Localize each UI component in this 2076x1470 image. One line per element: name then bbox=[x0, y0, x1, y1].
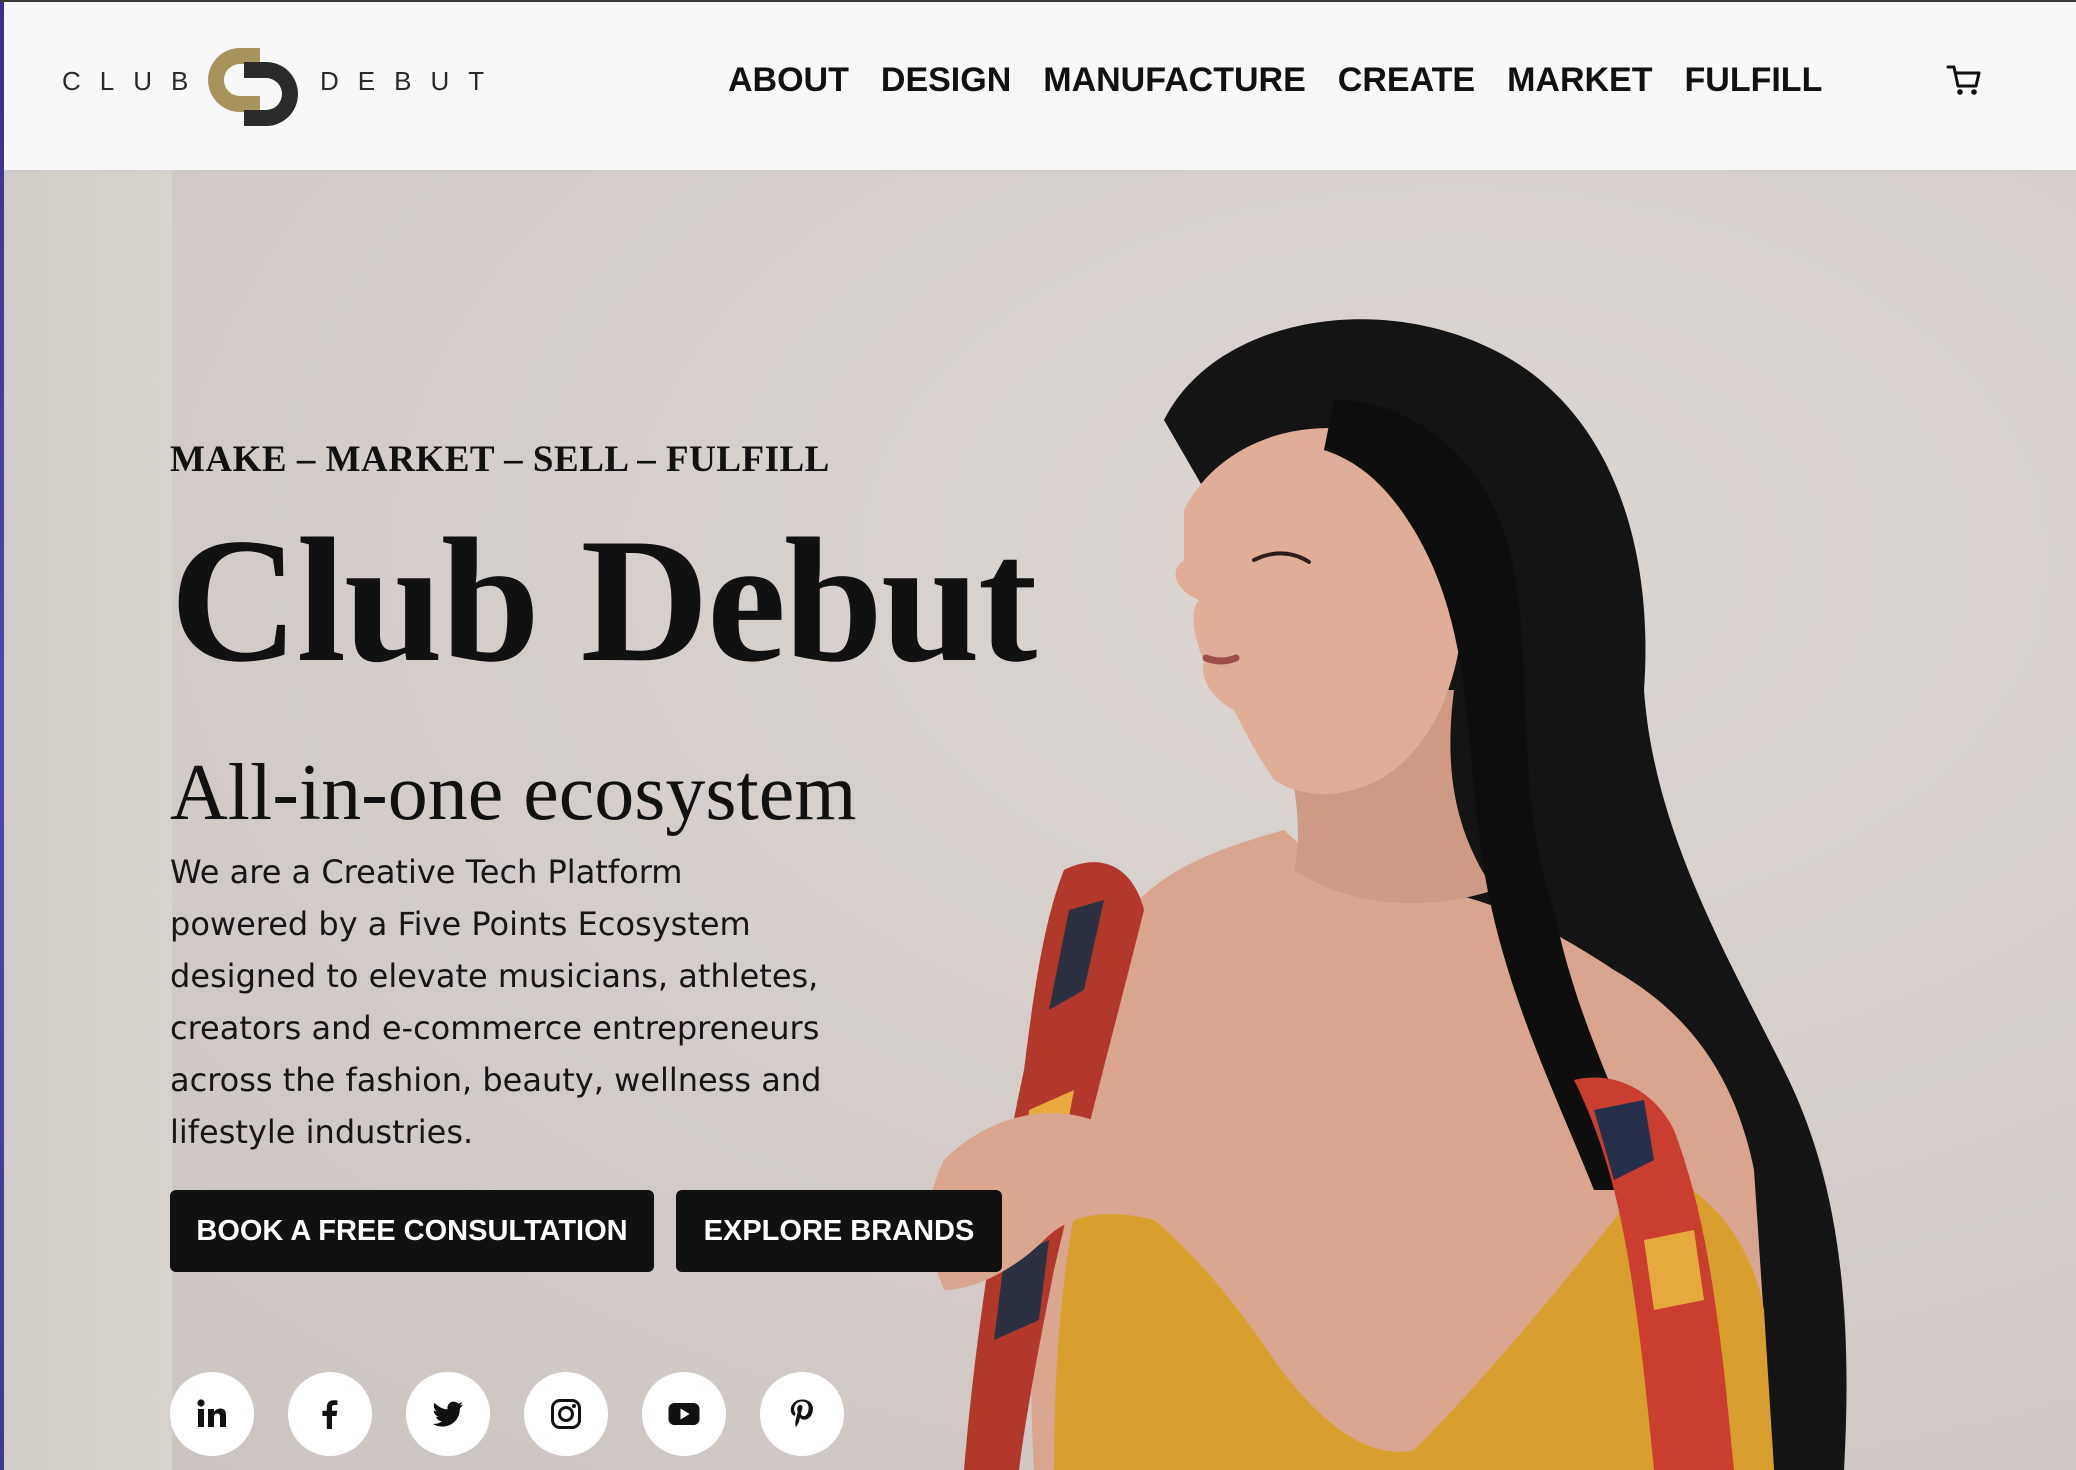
logo-mark-icon bbox=[208, 48, 298, 126]
facebook-link[interactable] bbox=[288, 1372, 372, 1456]
twitter-icon bbox=[432, 1401, 463, 1427]
explore-brands-button[interactable]: EXPLORE BRANDS bbox=[676, 1190, 1002, 1272]
site-header: CLUB DEBUT ABOUT DESIGN MANUFACTURE CREA… bbox=[4, 2, 2076, 170]
hero-description-line: across the fashion, beauty, wellness and bbox=[170, 1061, 822, 1099]
twitter-link[interactable] bbox=[406, 1372, 490, 1456]
hero-description-line: We are a Creative Tech Platform bbox=[170, 853, 683, 891]
hero-description-line: lifestyle industries. bbox=[170, 1113, 474, 1151]
hero-model-image bbox=[929, 319, 1847, 1470]
nav-item-fulfill[interactable]: FULFILL bbox=[1685, 56, 1823, 104]
linkedin-link[interactable] bbox=[170, 1372, 254, 1456]
nav-item-design[interactable]: DESIGN bbox=[881, 56, 1011, 104]
pinterest-link[interactable] bbox=[760, 1372, 844, 1456]
nav-item-market[interactable]: MARKET bbox=[1507, 56, 1652, 104]
nav-item-about[interactable]: ABOUT bbox=[728, 56, 849, 104]
linkedin-icon bbox=[197, 1399, 226, 1427]
hero-description: We are a Creative Tech Platform powered … bbox=[170, 846, 870, 1158]
club-debut-logo[interactable]: CLUB DEBUT bbox=[62, 38, 484, 126]
logo-text-club: CLUB bbox=[62, 66, 208, 96]
hero-description-line: powered by a Five Points Ecosystem bbox=[170, 905, 751, 943]
nav-item-create[interactable]: CREATE bbox=[1338, 56, 1475, 104]
instagram-link[interactable] bbox=[524, 1372, 608, 1456]
social-links bbox=[170, 1372, 878, 1456]
facebook-icon bbox=[322, 1400, 338, 1429]
hero-description-line: designed to elevate musicians, athletes, bbox=[170, 957, 819, 995]
hero-description-line: creators and e-commerce entrepreneurs bbox=[170, 1009, 820, 1047]
logo-text-debut: DEBUT bbox=[320, 66, 504, 96]
youtube-icon bbox=[668, 1403, 700, 1425]
instagram-icon bbox=[551, 1399, 581, 1429]
youtube-link[interactable] bbox=[642, 1372, 726, 1456]
hero-left-strip bbox=[4, 170, 172, 1470]
book-consultation-button[interactable]: BOOK A FREE CONSULTATION bbox=[170, 1190, 654, 1272]
main-nav: ABOUT DESIGN MANUFACTURE CREATE MARKET F… bbox=[728, 56, 1822, 104]
hero-section: MAKE – MARKET – SELL – FULFILL Club Debu… bbox=[4, 170, 2076, 1470]
pinterest-icon bbox=[790, 1399, 813, 1427]
nav-item-manufacture[interactable]: MANUFACTURE bbox=[1043, 56, 1306, 104]
hero-title: Club Debut bbox=[170, 501, 1037, 699]
hero-tagline: MAKE – MARKET – SELL – FULFILL bbox=[170, 439, 830, 480]
hero-subtitle: All-in-one ecosystem bbox=[170, 749, 857, 837]
cart-icon[interactable] bbox=[1944, 60, 1984, 100]
